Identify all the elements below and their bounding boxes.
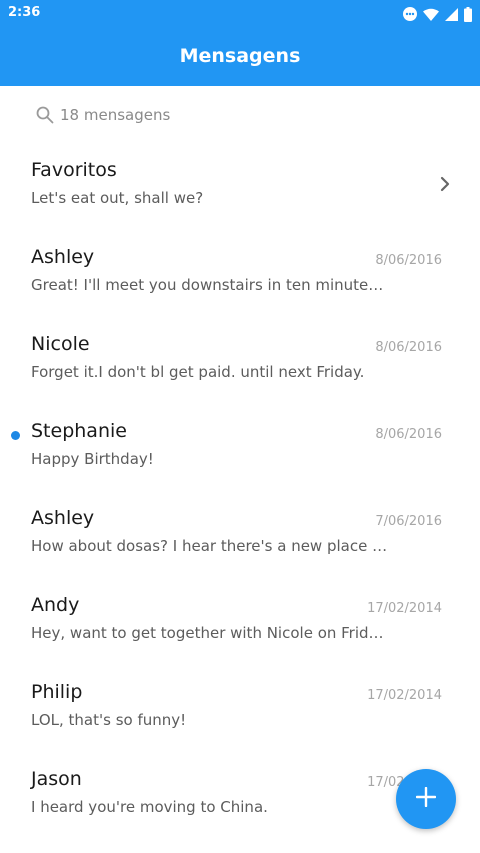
message-date: 17/02/2014: [367, 601, 442, 616]
contact-name: Philip: [31, 681, 83, 703]
page-title: Mensagens: [179, 45, 301, 67]
contact-name: Nicole: [31, 333, 90, 355]
list-item[interactable]: Nicole 8/06/2016 Forget it.I don't bl ge…: [0, 318, 480, 405]
new-message-button[interactable]: [396, 769, 456, 829]
plus-icon: [415, 786, 437, 811]
search-message-count: 18 mensagens: [60, 106, 171, 124]
favorites-preview: Let's eat out, shall we?: [31, 189, 204, 207]
contact-name: Jason: [31, 768, 82, 790]
message-list: Favoritos Let's eat out, shall we? Ashle…: [0, 144, 480, 840]
status-bar: 2:36: [0, 0, 480, 28]
status-time: 2:36: [8, 5, 41, 20]
message-date: 8/06/2016: [375, 340, 442, 355]
list-item[interactable]: Ashley 8/06/2016 Great! I'll meet you do…: [0, 231, 480, 318]
list-item[interactable]: Stephanie 8/06/2016 Happy Birthday!: [0, 405, 480, 492]
message-date: 8/06/2016: [375, 253, 442, 268]
message-date: 17/02/2014: [367, 688, 442, 703]
contact-name: Ashley: [31, 246, 95, 268]
messages-screen: 2:36 Mensagens 18 mensagens Favoritos Le…: [0, 0, 480, 853]
search-icon[interactable]: [36, 106, 54, 128]
message-preview: Hey, want to get together with Nicole on…: [31, 624, 391, 642]
favorites-title: Favoritos: [31, 159, 117, 181]
search-bar[interactable]: 18 mensagens: [0, 86, 480, 144]
message-preview: How about dosas? I hear there's a new pl…: [31, 537, 391, 555]
contact-name: Ashley: [31, 507, 95, 529]
list-item[interactable]: Philip 17/02/2014 LOL, that's so funny!: [0, 666, 480, 753]
battery-icon: [464, 6, 472, 22]
message-preview: Great! I'll meet you downstairs in ten m…: [31, 276, 391, 294]
wifi-icon: [423, 8, 439, 21]
chevron-right-icon: [440, 176, 450, 196]
status-icons: [403, 6, 472, 22]
message-preview: I heard you're moving to China.: [31, 798, 268, 816]
message-preview: Happy Birthday!: [31, 450, 154, 468]
app-bar: Mensagens: [0, 28, 480, 86]
unread-indicator: [11, 431, 20, 440]
favorites-row[interactable]: Favoritos Let's eat out, shall we?: [0, 144, 480, 231]
contact-name: Stephanie: [31, 420, 127, 442]
list-item[interactable]: Andy 17/02/2014 Hey, want to get togethe…: [0, 579, 480, 666]
message-date: 8/06/2016: [375, 427, 442, 442]
notification-dots-icon: [403, 7, 417, 21]
message-preview: Forget it.I don't bl get paid. until nex…: [31, 363, 365, 381]
message-date: 7/06/2016: [375, 514, 442, 529]
contact-name: Andy: [31, 594, 80, 616]
signal-icon: [445, 7, 458, 21]
message-preview: LOL, that's so funny!: [31, 711, 187, 729]
list-item[interactable]: Ashley 7/06/2016 How about dosas? I hear…: [0, 492, 480, 579]
